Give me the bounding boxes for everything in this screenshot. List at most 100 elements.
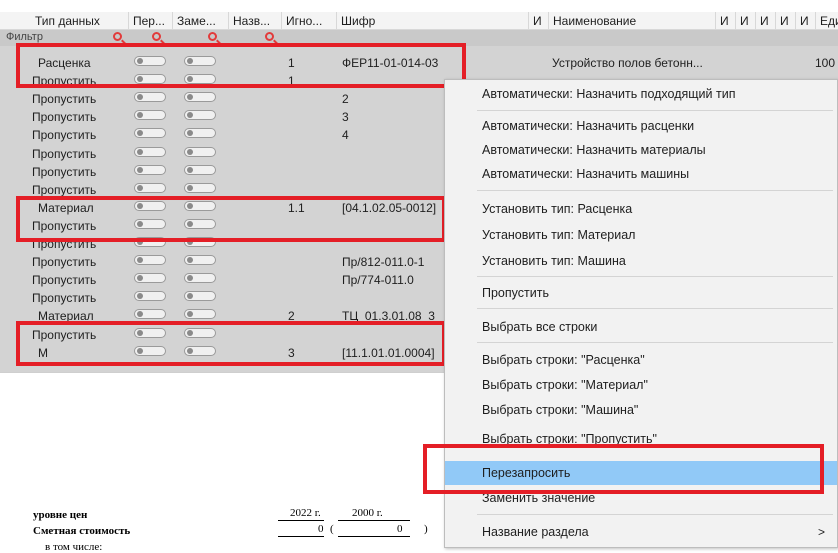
filter-icon[interactable]	[113, 32, 122, 41]
col-header-i2[interactable]: И	[715, 12, 735, 30]
col-header-name-short[interactable]: Назв...	[228, 12, 281, 30]
col-header-per[interactable]: Пер...	[128, 12, 172, 30]
menu-item-select-skipped[interactable]: Выбрать строки: "Пропустить"	[445, 427, 837, 451]
menu-item-section-name[interactable]: Название раздела >	[445, 520, 837, 544]
toggle-switch[interactable]	[134, 345, 166, 356]
col-header-i4[interactable]: И	[755, 12, 775, 30]
toggle-switch[interactable]	[184, 273, 216, 284]
toggle-switch[interactable]	[184, 237, 216, 247]
toggle-switch[interactable]	[184, 200, 216, 211]
row-code: Пр/774-011.0	[342, 273, 414, 288]
toggle-switch[interactable]	[184, 255, 216, 266]
document-preview: уровне цен 2022 г. 2000 г. Сметная стоим…	[0, 372, 444, 553]
toggle-switch[interactable]	[184, 128, 216, 139]
toggle-switch[interactable]	[184, 146, 216, 157]
row-type: Расценка	[38, 56, 91, 70]
toggle-switch[interactable]	[134, 164, 166, 175]
toggle-switch[interactable]	[134, 255, 166, 266]
menu-item-requery[interactable]: Перезапросить	[445, 461, 837, 485]
toggle-switch[interactable]	[184, 218, 216, 229]
col-header-i6[interactable]: И	[795, 12, 815, 30]
menu-item-auto-assign-machines[interactable]: Автоматически: Назначить машины	[445, 162, 837, 186]
toggle-switch[interactable]	[134, 110, 166, 121]
estimated-cost-label: Сметная стоимость	[33, 525, 131, 537]
toggle-switch[interactable]	[184, 182, 216, 193]
toggle-switch[interactable]	[184, 92, 216, 103]
menu-item-auto-assign-materials[interactable]: Автоматически: Назначить материалы	[445, 138, 837, 162]
menu-item-skip[interactable]: Пропустить	[445, 281, 837, 305]
filter-icon[interactable]	[208, 32, 217, 41]
underline	[278, 536, 324, 537]
row-number: 2	[288, 309, 295, 324]
menu-item-section-name-label: Название раздела	[482, 525, 589, 539]
row-type: Пропустить	[32, 273, 97, 288]
toggle-switch[interactable]	[134, 309, 166, 320]
toggle-switch[interactable]	[134, 237, 166, 247]
toggle-switch[interactable]	[134, 128, 166, 139]
row-type: Пропустить	[32, 74, 97, 89]
row-number: 3	[288, 345, 295, 360]
toggle-switch[interactable]	[134, 200, 166, 211]
row-code: 4	[342, 128, 349, 143]
toggle-switch[interactable]	[134, 146, 166, 157]
row-type: Пропустить	[32, 92, 97, 107]
menu-item-replace-value[interactable]: Заменить значение	[445, 486, 837, 510]
row-type: Пропустить	[32, 255, 97, 270]
menu-item-select-machines[interactable]: Выбрать строки: "Машина"	[445, 398, 837, 422]
menu-item-set-type-material[interactable]: Установить тип: Материал	[445, 223, 837, 247]
toggle-switch[interactable]	[184, 309, 216, 320]
row-name: Устройство полов бетонн...	[552, 56, 703, 70]
row-type: Материал	[38, 200, 94, 215]
menu-item-auto-assign-rates[interactable]: Автоматически: Назначить расценки	[445, 114, 837, 138]
toggle-switch[interactable]	[184, 56, 216, 66]
col-header-unit[interactable]: Еди	[815, 12, 838, 30]
menu-item-select-materials[interactable]: Выбрать строки: "Материал"	[445, 373, 837, 397]
col-header-data-type[interactable]: Тип данных	[0, 12, 128, 30]
menu-item-select-rates[interactable]: Выбрать строки: "Расценка"	[445, 348, 837, 372]
filter-icon[interactable]	[265, 32, 274, 41]
row-type: Пропустить	[32, 327, 97, 342]
row-type: Пропустить	[32, 146, 97, 161]
row-number: 1	[288, 74, 295, 89]
menu-separator	[477, 190, 833, 191]
toggle-switch[interactable]	[134, 92, 166, 103]
toggle-switch[interactable]	[184, 110, 216, 121]
col-header-replace[interactable]: Заме...	[172, 12, 228, 30]
row-code: [04.1.02.05-0012]	[342, 200, 437, 215]
chevron-right-icon: >	[817, 525, 825, 539]
toggle-switch[interactable]	[134, 182, 166, 193]
filter-row: Фильтр	[0, 30, 838, 46]
toggle-switch[interactable]	[184, 291, 216, 302]
toggle-switch[interactable]	[134, 327, 166, 338]
toggle-switch[interactable]	[134, 291, 166, 302]
toggle-switch[interactable]	[134, 273, 166, 284]
row-type: Пропустить	[32, 218, 97, 233]
toggle-switch[interactable]	[134, 56, 166, 66]
toggle-switch[interactable]	[134, 74, 166, 85]
col-header-ignore[interactable]: Игно...	[281, 12, 336, 30]
toggle-switch[interactable]	[134, 218, 166, 229]
col-header-code[interactable]: Шифр	[336, 12, 528, 30]
menu-item-set-type-machine[interactable]: Установить тип: Машина	[445, 249, 837, 273]
paren-open: (	[330, 523, 334, 535]
filter-label: Фильтр	[6, 31, 43, 43]
col-header-i1[interactable]: И	[528, 12, 548, 30]
row-unit: 100	[815, 56, 836, 70]
col-header-i5[interactable]: И	[775, 12, 795, 30]
toggle-switch[interactable]	[184, 327, 216, 338]
paren-close: )	[424, 523, 428, 535]
menu-item-select-all[interactable]: Выбрать все строки	[445, 315, 837, 339]
row-code: Пр/812-011.0-1	[342, 255, 425, 270]
menu-item-auto-assign-type[interactable]: Автоматически: Назначить подходящий тип	[445, 82, 837, 106]
row-code: ТЦ_01.3.01.08_3	[342, 309, 435, 324]
row-code: [11.1.01.01.0004]	[342, 345, 435, 360]
table-row[interactable]: Расценка 1 ФЕР11-01-014-03 Устройство полов…	[0, 54, 838, 72]
toggle-switch[interactable]	[184, 345, 216, 356]
col-header-i3[interactable]: И	[735, 12, 755, 30]
toggle-switch[interactable]	[184, 164, 216, 175]
menu-item-set-type-rate[interactable]: Установить тип: Расценка	[445, 197, 837, 221]
filter-icon[interactable]	[152, 32, 161, 41]
including-label: в том числе:	[45, 541, 103, 553]
toggle-switch[interactable]	[184, 74, 216, 85]
col-header-name[interactable]: Наименование	[548, 12, 715, 30]
